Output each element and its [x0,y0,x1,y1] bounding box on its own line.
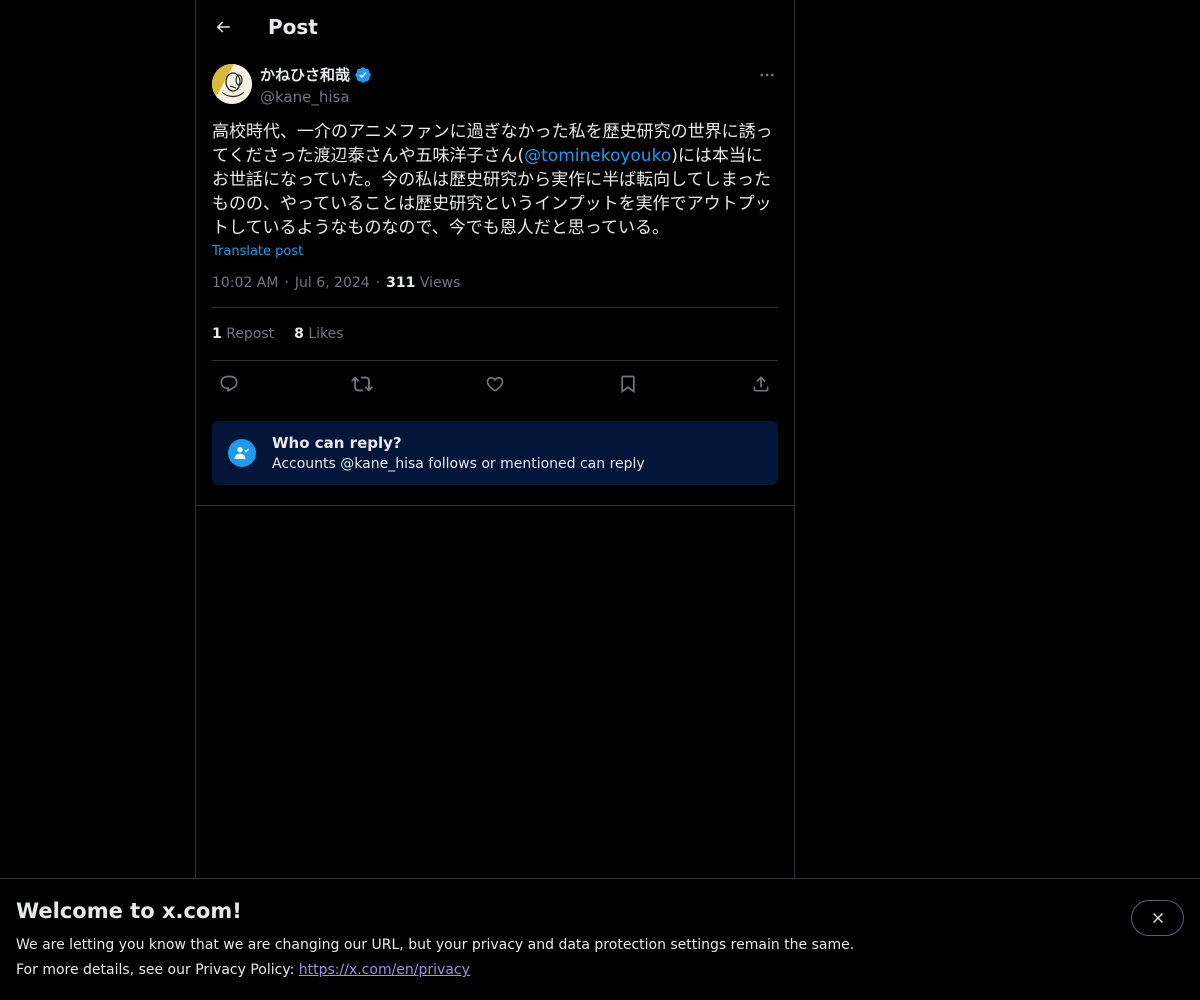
likes-stat[interactable]: 8 Likes [294,326,343,342]
separator-dot: · [375,275,381,291]
close-icon [1152,913,1163,923]
action-bar [212,361,778,407]
reposts-label: Repost [226,326,275,342]
author-handle[interactable]: @kane_hisa [260,88,372,106]
likes-label: Likes [308,326,344,342]
back-button[interactable] [212,16,234,38]
reply-restriction-text: Who can reply? Accounts @kane_hisa follo… [272,434,645,472]
reply-restriction-title: Who can reply? [272,434,402,452]
person-check-icon [234,447,250,459]
separator-dot: · [284,275,289,291]
close-banner-button[interactable] [1131,900,1184,936]
avatar[interactable] [212,64,252,104]
engagement-stats: 1 Repost 8 Likes [212,308,778,361]
author-display-name[interactable]: かねひさ和哉 [260,64,350,85]
more-horizontal-icon [760,73,774,77]
banner-privacy-prefix: For more details, see our Privacy Policy… [16,962,299,978]
page-header: Post [196,0,794,54]
reposts-stat[interactable]: 1 Repost [212,326,274,342]
likes-count: 8 [294,326,304,342]
post-text: 高校時代、一介のアニメファンに過ぎなかった私を歴史研究の世界に誘ってくださった渡… [212,120,778,240]
banner-privacy-line: For more details, see our Privacy Policy… [16,962,470,978]
repost-icon [351,376,373,392]
divider [196,505,794,506]
reply-restriction-description: Accounts @kane_hisa follows or mentioned… [272,456,645,472]
verified-badge-icon [355,66,371,83]
avatar-illustration-icon [212,64,252,104]
comment-icon [220,375,238,393]
share-button[interactable] [750,373,772,395]
more-options-button[interactable] [756,64,778,86]
post-metadata: 10:02 AM · Jul 6, 2024 · 311 Views [212,275,778,308]
post-article: かねひさ和哉 @kane_hisa 高校時代、一介のアニメファンに過ぎなかった私… [196,54,794,485]
bookmark-button[interactable] [617,373,639,395]
views-label: Views [419,275,461,291]
post-date[interactable]: Jul 6, 2024 [295,275,370,291]
like-button[interactable] [484,373,506,395]
bookmark-icon [621,375,635,394]
repost-button[interactable] [351,373,373,395]
arrow-left-icon [216,21,230,33]
reposts-count: 1 [212,326,222,342]
author-row: かねひさ和哉 @kane_hisa [212,64,778,106]
name-line: かねひさ和哉 [260,64,372,85]
views-count: 311 [386,275,416,291]
primary-column: Post かねひさ和哉 @kane_hisa 高校時代、一介のアニメファンに過ぎ… [195,0,795,1000]
privacy-policy-link[interactable]: https://x.com/en/privacy [299,962,470,978]
banner-title: Welcome to x.com! [16,899,242,923]
heart-icon [486,376,504,392]
author-info: かねひさ和哉 @kane_hisa [260,64,372,106]
reply-button[interactable] [218,373,240,395]
banner-message: We are letting you know that we are chan… [16,937,855,953]
mention-link[interactable]: @tominekoyouko [524,146,671,166]
reply-settings-icon-wrap [228,439,256,467]
url-change-banner: Welcome to x.com! We are letting you kno… [0,878,1200,1000]
post-time[interactable]: 10:02 AM [212,275,278,291]
reply-restriction-notice: Who can reply? Accounts @kane_hisa follo… [212,421,778,485]
page-title: Post [268,15,318,39]
translate-post-link[interactable]: Translate post [212,244,303,259]
share-icon [753,376,769,392]
